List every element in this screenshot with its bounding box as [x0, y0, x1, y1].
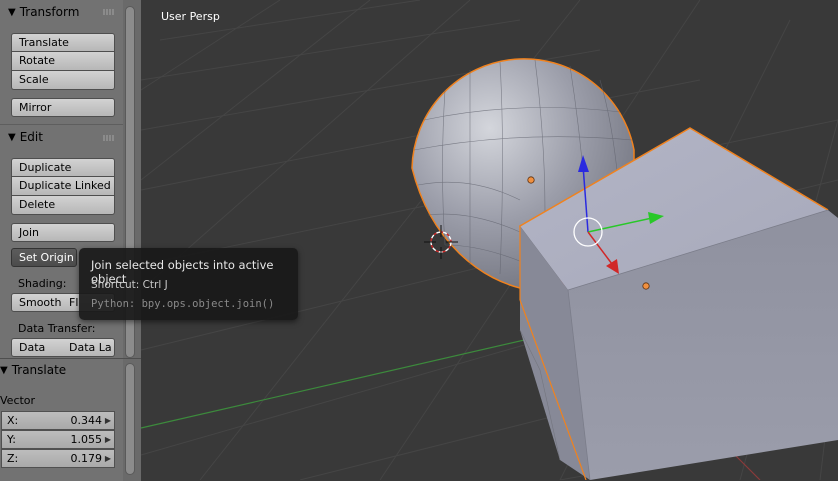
mirror-button[interactable]: Mirror: [11, 98, 115, 117]
data-transfer-label: Data Transfer:: [18, 322, 96, 335]
redo-panel-header[interactable]: ▼ Translate: [0, 361, 66, 379]
vector-label: Vector: [0, 394, 36, 407]
panel-title: Transform: [19, 5, 80, 19]
data-transfer-button[interactable]: Data: [11, 338, 63, 357]
tooltip-shortcut: Shortcut: Ctrl J: [91, 279, 168, 291]
delete-button[interactable]: Delete: [11, 196, 115, 215]
transform-panel-header[interactable]: ▼ Transform: [8, 3, 79, 21]
origin-dot-icon: [642, 282, 650, 290]
increment-arrow-icon[interactable]: ▶: [105, 416, 111, 425]
vector-x-field[interactable]: X: 0.344 ▶: [1, 411, 115, 430]
field-value: 0.344: [70, 414, 103, 427]
translate-button[interactable]: Translate: [11, 33, 115, 52]
view-perspective-label: User Persp: [161, 10, 220, 23]
disclosure-triangle-icon: ▼: [8, 131, 16, 143]
grip-icon[interactable]: [103, 135, 115, 141]
field-value: 0.179: [70, 452, 103, 465]
rotate-button[interactable]: Rotate: [11, 52, 115, 71]
redo-panel: ▼ Translate Vector X: 0.344 ▶ Y: 1.055 ▶…: [0, 358, 141, 481]
vector-z-field[interactable]: Z: 0.179 ▶: [1, 449, 115, 468]
field-key: X:: [7, 414, 19, 427]
origin-dot-icon: [527, 176, 535, 184]
duplicate-button[interactable]: Duplicate: [11, 158, 115, 177]
disclosure-triangle-icon: ▼: [8, 6, 16, 18]
data-transfer-layout-button[interactable]: Data La: [62, 338, 115, 357]
panel-title: Translate: [11, 363, 67, 377]
field-key: Z:: [7, 452, 19, 465]
grip-icon[interactable]: [103, 9, 115, 15]
vector-y-field[interactable]: Y: 1.055 ▶: [1, 430, 115, 449]
panel-title: Edit: [19, 130, 43, 144]
scale-button[interactable]: Scale: [11, 71, 115, 90]
redo-panel-scrollbar[interactable]: [125, 363, 135, 475]
set-origin-button[interactable]: Set Origin: [11, 248, 77, 267]
field-key: Y:: [7, 433, 16, 446]
tooltip-python: Python: bpy.ops.object.join(): [91, 298, 275, 310]
disclosure-triangle-icon: ▼: [0, 364, 8, 376]
field-value: 1.055: [70, 433, 103, 446]
shading-label: Shading:: [18, 277, 67, 290]
increment-arrow-icon[interactable]: ▶: [105, 454, 111, 463]
join-tooltip: Join selected objects into active object…: [79, 248, 298, 320]
join-button[interactable]: Join: [11, 223, 115, 242]
shading-smooth-button[interactable]: Smooth: [11, 293, 63, 312]
increment-arrow-icon[interactable]: ▶: [105, 435, 111, 444]
edit-panel-header[interactable]: ▼ Edit: [8, 128, 43, 146]
duplicate-linked-button[interactable]: Duplicate Linked: [11, 177, 115, 196]
panel-divider: [0, 124, 123, 125]
